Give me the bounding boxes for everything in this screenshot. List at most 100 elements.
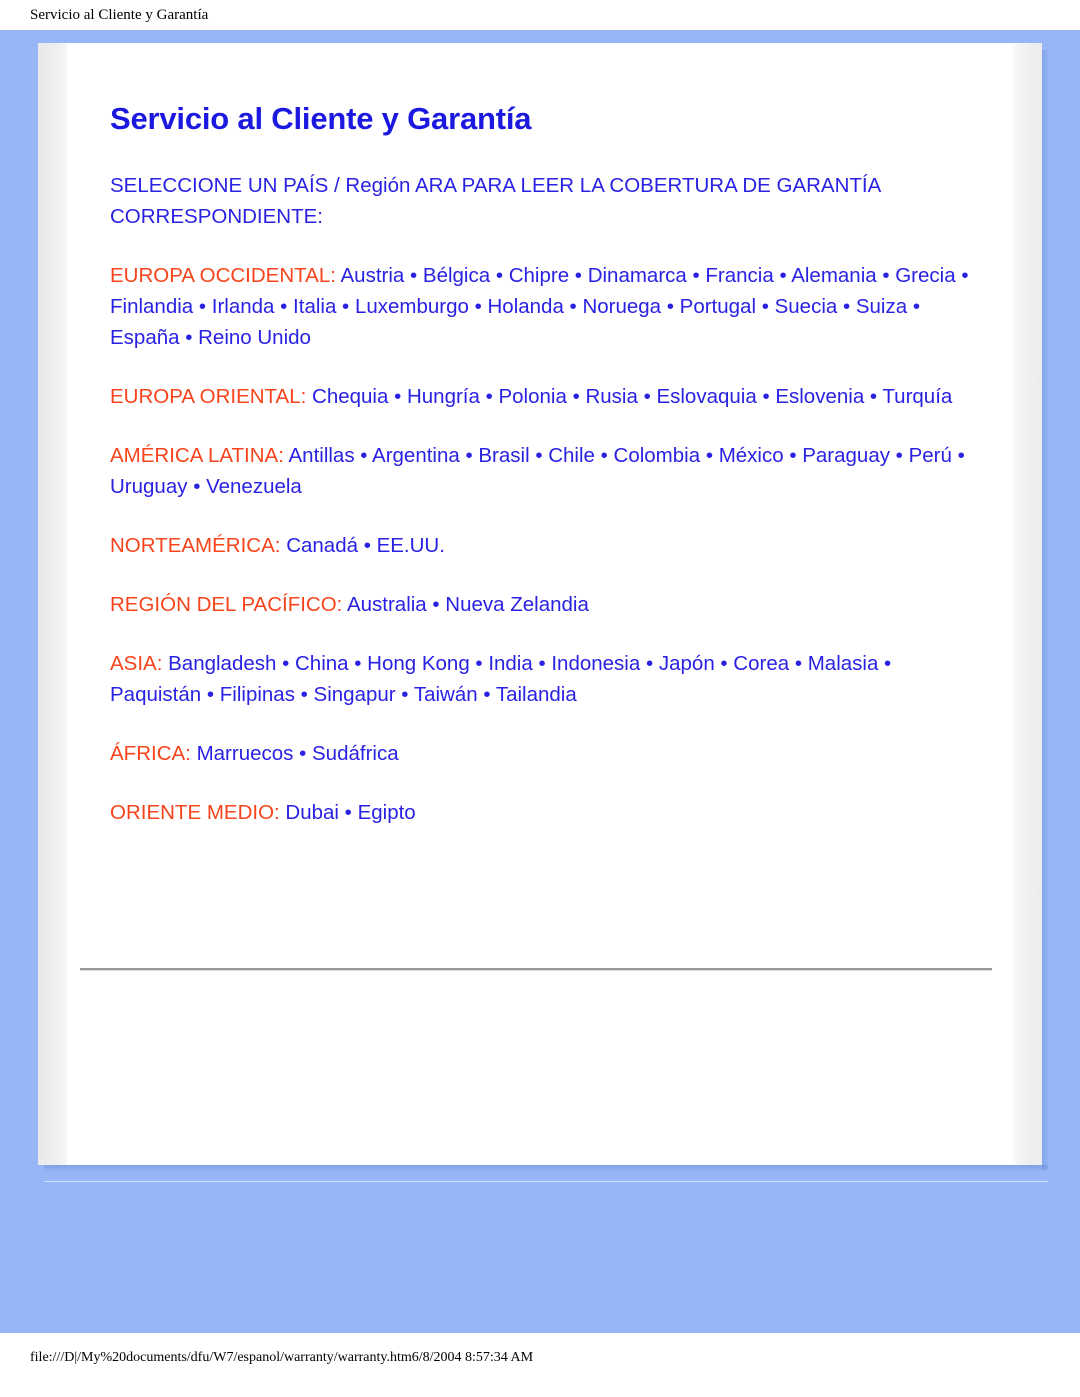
- country-link[interactable]: Luxemburgo: [355, 295, 469, 318]
- country-link[interactable]: Holanda: [487, 295, 563, 318]
- country-link[interactable]: China: [295, 652, 349, 675]
- country-separator: •: [469, 652, 489, 675]
- country-separator: •: [756, 385, 776, 408]
- browser-print-footer: file:///D|/My%20documents/dfu/W7/espanol…: [0, 1333, 1080, 1397]
- country-separator: •: [388, 385, 407, 408]
- country-link[interactable]: Alemania: [791, 264, 876, 287]
- country-link[interactable]: Tailandia: [496, 683, 577, 706]
- country-separator: •: [951, 444, 965, 467]
- country-separator: •: [338, 801, 358, 824]
- country-separator: •: [789, 652, 808, 675]
- country-separator: •: [274, 295, 294, 318]
- country-link[interactable]: Singapur: [314, 683, 396, 706]
- country-separator: •: [955, 264, 969, 287]
- country-link[interactable]: Chipre: [509, 264, 569, 287]
- document-card: Servicio al Cliente y Garantía SELECCION…: [38, 43, 1042, 1165]
- country-separator: •: [637, 385, 657, 408]
- browser-print-header: Servicio al Cliente y Garantía: [0, 0, 1080, 30]
- country-link[interactable]: Noruega: [582, 295, 661, 318]
- country-separator: •: [201, 683, 220, 706]
- country-link[interactable]: Suiza: [856, 295, 907, 318]
- region-list: EUROPA OCCIDENTAL: Austria • Bélgica • C…: [78, 232, 984, 828]
- region-label: EUROPA OCCIDENTAL:: [110, 264, 336, 287]
- country-separator: •: [490, 264, 509, 287]
- country-link[interactable]: EE.UU.: [377, 534, 445, 557]
- country-link[interactable]: Grecia: [895, 264, 955, 287]
- country-link[interactable]: Austria: [341, 264, 405, 287]
- country-link[interactable]: España: [110, 326, 180, 349]
- country-separator: •: [569, 264, 588, 287]
- card-right-gutter: [1012, 43, 1042, 1165]
- country-separator: •: [532, 652, 552, 675]
- country-link[interactable]: Marruecos: [197, 742, 294, 765]
- country-link[interactable]: Suecia: [775, 295, 838, 318]
- country-separator: •: [348, 652, 368, 675]
- country-separator: •: [529, 444, 549, 467]
- country-separator: •: [459, 444, 479, 467]
- page-title: Servicio al Cliente y Garantía: [110, 101, 532, 136]
- country-separator: •: [714, 652, 734, 675]
- country-link[interactable]: India: [488, 652, 532, 675]
- region-label: EUROPA ORIENTAL:: [110, 385, 307, 408]
- country-link[interactable]: Dubai: [285, 801, 339, 824]
- country-link[interactable]: Polonia: [498, 385, 566, 408]
- country-link[interactable]: Australia: [347, 593, 427, 616]
- country-link[interactable]: Japón: [659, 652, 715, 675]
- country-link[interactable]: Egipto: [358, 801, 416, 824]
- country-link[interactable]: Dinamarca: [588, 264, 687, 287]
- country-link[interactable]: Eslovenia: [775, 385, 864, 408]
- country-separator: •: [294, 683, 314, 706]
- country-separator: •: [179, 326, 199, 349]
- country-separator: •: [837, 295, 856, 318]
- country-link[interactable]: Finlandia: [110, 295, 193, 318]
- country-link[interactable]: Bangladesh: [168, 652, 276, 675]
- country-link[interactable]: Turquía: [882, 385, 952, 408]
- country-link[interactable]: Brasil: [478, 444, 529, 467]
- country-link[interactable]: Chile: [548, 444, 595, 467]
- country-link[interactable]: Bélgica: [423, 264, 490, 287]
- country-link[interactable]: Perú: [909, 444, 952, 467]
- country-separator: •: [864, 385, 883, 408]
- country-link[interactable]: Canadá: [286, 534, 358, 557]
- country-link[interactable]: Indonesia: [551, 652, 640, 675]
- country-link[interactable]: Malasia: [808, 652, 879, 675]
- country-separator: •: [187, 475, 207, 498]
- country-link[interactable]: México: [719, 444, 784, 467]
- country-link[interactable]: Nueva Zelandia: [445, 593, 589, 616]
- country-link[interactable]: Uruguay: [110, 475, 188, 498]
- country-link[interactable]: Filipinas: [220, 683, 295, 706]
- country-link[interactable]: Colombia: [614, 444, 701, 467]
- country-link[interactable]: Argentina: [372, 444, 460, 467]
- region-label: AMÉRICA LATINA:: [110, 444, 284, 467]
- region-paragraph: EUROPA ORIENTAL: Chequia • Hungría • Pol…: [110, 353, 984, 412]
- country-link[interactable]: Paraguay: [802, 444, 890, 467]
- country-separator: •: [336, 295, 355, 318]
- country-link[interactable]: Francia: [705, 264, 773, 287]
- country-separator: •: [661, 295, 680, 318]
- country-separator: •: [193, 295, 212, 318]
- horizontal-rule: [80, 968, 992, 971]
- country-link[interactable]: Venezuela: [206, 475, 302, 498]
- card-shadow-bottom: [44, 1165, 1048, 1172]
- country-link[interactable]: Corea: [733, 652, 789, 675]
- card-left-gutter: [38, 43, 68, 1165]
- country-link[interactable]: Paquistán: [110, 683, 201, 706]
- country-link[interactable]: Hong Kong: [367, 652, 470, 675]
- region-label: NORTEAMÉRICA:: [110, 534, 281, 557]
- country-link[interactable]: Rusia: [585, 385, 637, 408]
- region-paragraph: NORTEAMÉRICA: Canadá • EE.UU.: [110, 502, 984, 561]
- region-paragraph: REGIÓN DEL PACÍFICO: Australia • Nueva Z…: [110, 561, 984, 620]
- country-link[interactable]: Italia: [293, 295, 336, 318]
- country-link[interactable]: Taiwán: [414, 683, 478, 706]
- country-link[interactable]: Hungría: [407, 385, 480, 408]
- country-link[interactable]: Eslovaquia: [656, 385, 756, 408]
- country-separator: •: [878, 652, 892, 675]
- country-link[interactable]: Sudáfrica: [312, 742, 399, 765]
- country-separator: •: [889, 444, 909, 467]
- country-link[interactable]: Chequia: [312, 385, 388, 408]
- country-link[interactable]: Portugal: [680, 295, 756, 318]
- region-paragraph: ORIENTE MEDIO: Dubai • Egipto: [110, 769, 984, 828]
- country-link[interactable]: Antillas: [289, 444, 355, 467]
- country-link[interactable]: Reino Unido: [198, 326, 311, 349]
- country-link[interactable]: Irlanda: [212, 295, 275, 318]
